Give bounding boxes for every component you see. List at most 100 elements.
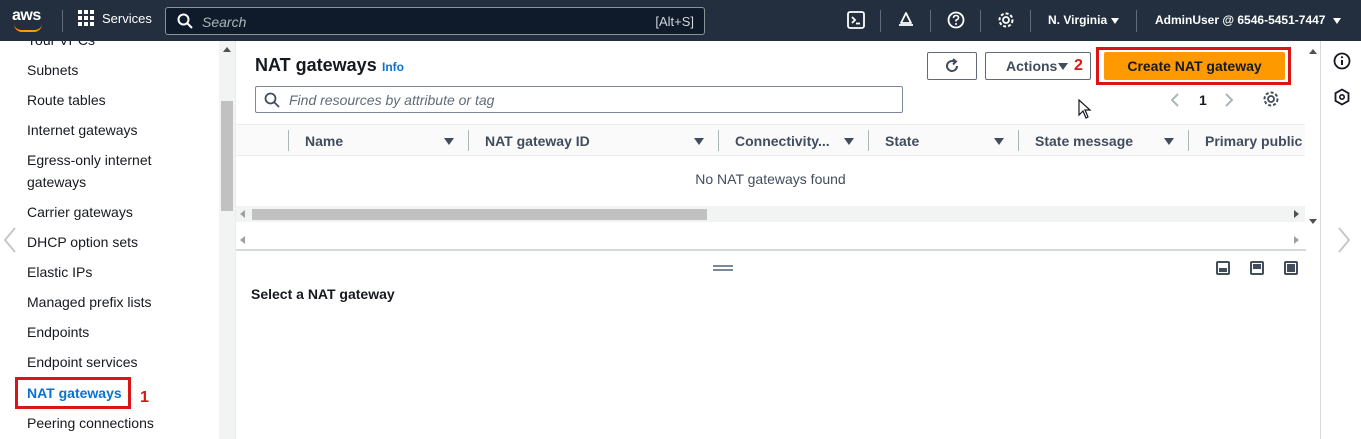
nav-divider bbox=[930, 10, 931, 32]
scrollbar-thumb[interactable] bbox=[252, 209, 707, 220]
chevron-right-icon[interactable] bbox=[1337, 226, 1351, 254]
scroll-right-arrow-icon[interactable] bbox=[1294, 210, 1299, 218]
search-placeholder: Search bbox=[202, 14, 247, 30]
sidebar-item-elastic-ips[interactable]: Elastic IPs bbox=[27, 261, 92, 283]
refresh-button[interactable] bbox=[927, 52, 977, 80]
split-view-side-icon[interactable] bbox=[1250, 261, 1264, 275]
sort-icon[interactable] bbox=[994, 138, 1004, 145]
sidebar-item-egress-only-internet-gateways-line2[interactable]: gateways bbox=[27, 171, 86, 193]
page-horizontal-scrollbar[interactable] bbox=[236, 232, 1305, 248]
services-label: Services bbox=[102, 10, 152, 26]
global-search-input[interactable]: Search [Alt+S] bbox=[165, 7, 705, 35]
region-label: N. Virginia bbox=[1048, 13, 1108, 27]
search-shortcut: [Alt+S] bbox=[655, 14, 694, 29]
aws-logo[interactable]: aws bbox=[12, 7, 46, 33]
column-header-state[interactable]: State bbox=[885, 133, 919, 149]
column-header-state-message[interactable]: State message bbox=[1035, 133, 1133, 149]
mouse-cursor-icon bbox=[1078, 99, 1092, 119]
column-header-nat-gateway-id[interactable]: NAT gateway ID bbox=[485, 133, 590, 149]
sort-icon[interactable] bbox=[694, 138, 704, 145]
table-header: Name NAT gateway ID Connectivity... Stat… bbox=[236, 124, 1305, 156]
column-divider bbox=[288, 130, 289, 151]
scroll-down-arrow-icon[interactable] bbox=[1309, 219, 1317, 224]
right-tools-rail bbox=[1320, 41, 1361, 439]
account-label: AdminUser @ 6546-5451-7447 bbox=[1155, 13, 1326, 27]
sidebar-item-carrier-gateways[interactable]: Carrier gateways bbox=[27, 201, 133, 223]
table-horizontal-scrollbar[interactable] bbox=[236, 206, 1305, 222]
sort-icon[interactable] bbox=[444, 138, 454, 145]
sidebar-item-peering-connections[interactable]: Peering connections bbox=[27, 412, 154, 434]
search-icon bbox=[264, 92, 280, 108]
column-header-connectivity[interactable]: Connectivity... bbox=[735, 133, 830, 149]
split-view-hide-icon[interactable] bbox=[1284, 261, 1298, 275]
column-divider[interactable] bbox=[868, 130, 869, 151]
split-view-bottom-icon[interactable] bbox=[1216, 261, 1230, 275]
grid-icon bbox=[78, 10, 94, 26]
actions-label: Actions bbox=[1006, 58, 1058, 74]
filter-input[interactable]: Find resources by attribute or tag bbox=[255, 86, 903, 113]
sidebar-item-subnets[interactable]: Subnets bbox=[27, 59, 78, 81]
info-link[interactable]: Info bbox=[382, 60, 404, 74]
annotation-step-2: 2 bbox=[1074, 57, 1083, 74]
scroll-up-arrow-icon[interactable] bbox=[223, 47, 231, 52]
caret-down-icon bbox=[1333, 17, 1342, 24]
sort-icon[interactable] bbox=[844, 138, 854, 145]
refresh-icon bbox=[946, 58, 959, 72]
column-divider[interactable] bbox=[1188, 130, 1189, 151]
filter-placeholder: Find resources by attribute or tag bbox=[289, 92, 495, 108]
caret-down-icon bbox=[1058, 63, 1068, 70]
scroll-left-arrow-icon[interactable] bbox=[240, 210, 245, 218]
services-menu-button[interactable]: Services bbox=[78, 10, 152, 26]
sidebar-scrollbar[interactable] bbox=[219, 41, 235, 439]
scroll-left-arrow-icon[interactable] bbox=[240, 236, 245, 244]
search-icon bbox=[177, 13, 193, 29]
page-vertical-scrollbar[interactable] bbox=[1306, 41, 1320, 439]
notifications-icon[interactable] bbox=[897, 11, 915, 29]
sidebar-item-egress-only-internet-gateways[interactable]: Egress-only internet bbox=[27, 149, 152, 171]
caret-down-icon bbox=[1111, 17, 1120, 24]
aws-smile-icon bbox=[14, 24, 42, 32]
account-menu[interactable]: AdminUser @ 6546-5451-7447 bbox=[1155, 13, 1342, 27]
previous-page-icon[interactable] bbox=[1170, 92, 1180, 108]
column-divider[interactable] bbox=[468, 130, 469, 151]
sort-icon[interactable] bbox=[1164, 138, 1174, 145]
column-header-primary-public[interactable]: Primary public bbox=[1205, 133, 1302, 149]
detail-panel-title: Select a NAT gateway bbox=[251, 286, 395, 302]
column-divider[interactable] bbox=[718, 130, 719, 151]
info-icon[interactable] bbox=[1333, 52, 1351, 70]
column-divider[interactable] bbox=[1018, 130, 1019, 151]
top-navigation-bar: aws Services Search [Alt+S] N. Virginia … bbox=[0, 0, 1361, 41]
sidebar-item-internet-gateways[interactable]: Internet gateways bbox=[27, 119, 138, 141]
main-content: NAT gateways Info Actions Create NAT gat… bbox=[236, 41, 1320, 439]
sidebar-item-route-tables[interactable]: Route tables bbox=[27, 89, 106, 111]
current-page-number[interactable]: 1 bbox=[1199, 92, 1207, 108]
annotation-highlight-nat-gateways bbox=[15, 377, 131, 409]
help-icon[interactable] bbox=[947, 11, 965, 29]
sidebar-item-dhcp-option-sets[interactable]: DHCP option sets bbox=[27, 231, 138, 253]
split-panel-drag-handle[interactable] bbox=[713, 265, 733, 271]
empty-table-message: No NAT gateways found bbox=[695, 171, 846, 187]
chevron-left-icon[interactable] bbox=[3, 226, 17, 254]
nav-divider bbox=[1136, 10, 1137, 32]
page-title: NAT gateways bbox=[255, 55, 377, 75]
next-page-icon[interactable] bbox=[1224, 92, 1234, 108]
scroll-right-arrow-icon[interactable] bbox=[1294, 236, 1299, 244]
region-selector[interactable]: N. Virginia bbox=[1048, 13, 1120, 27]
column-header-name[interactable]: Name bbox=[305, 133, 343, 149]
settings-icon[interactable] bbox=[997, 11, 1015, 29]
nav-divider bbox=[980, 10, 981, 32]
annotation-step-1: 1 bbox=[140, 389, 149, 406]
sidebar-item-endpoints[interactable]: Endpoints bbox=[27, 321, 89, 343]
split-panel-divider bbox=[236, 249, 1320, 251]
hexagon-icon[interactable] bbox=[1333, 88, 1351, 106]
sidebar-item-endpoint-services[interactable]: Endpoint services bbox=[27, 351, 138, 373]
sidebar-item-managed-prefix-lists[interactable]: Managed prefix lists bbox=[27, 291, 152, 313]
scroll-up-arrow-icon[interactable] bbox=[1309, 49, 1317, 54]
scrollbar-thumb[interactable] bbox=[221, 101, 233, 211]
sidebar-item-your-vpcs[interactable]: Your VPCs bbox=[27, 41, 95, 51]
annotation-highlight-create-button bbox=[1096, 47, 1291, 85]
cloudshell-icon[interactable] bbox=[847, 11, 865, 29]
preferences-gear-icon[interactable] bbox=[1262, 90, 1280, 108]
nav-divider bbox=[1030, 10, 1031, 32]
nav-divider bbox=[880, 10, 881, 32]
